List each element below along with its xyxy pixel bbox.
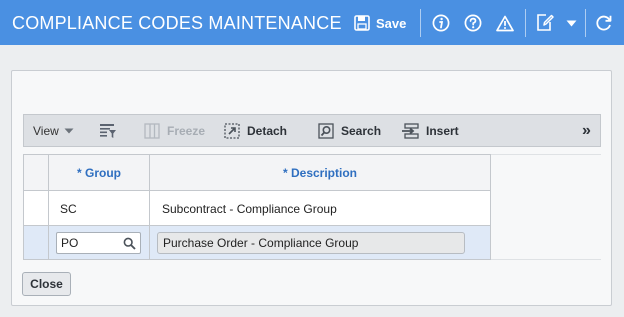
more-tools-button[interactable]: » — [582, 115, 591, 146]
detach-icon — [224, 122, 240, 139]
column-header-description[interactable]: * Description — [150, 155, 490, 191]
table-cell-group[interactable]: SC — [60, 192, 77, 225]
toolbar-separator — [525, 9, 526, 37]
insert-row-icon — [402, 122, 419, 139]
close-button[interactable]: Close — [22, 272, 71, 296]
column-divider — [48, 155, 49, 259]
edit-dropdown-button[interactable] — [564, 17, 578, 29]
save-icon — [354, 15, 370, 31]
help-icon — [464, 14, 482, 32]
chevron-down-icon — [566, 20, 576, 26]
toolbar-separator — [420, 9, 421, 37]
view-label: View — [33, 123, 59, 138]
toolbar-separator — [585, 9, 586, 37]
search-icon — [318, 122, 334, 139]
info-button[interactable] — [431, 13, 451, 33]
view-menu-button[interactable]: View — [33, 115, 81, 146]
insert-label: Insert — [426, 123, 459, 138]
description-input-value: Purchase Order - Compliance Group — [163, 236, 359, 250]
lookup-search-icon[interactable] — [123, 237, 136, 250]
compliance-codes-grid: * Group * Description SC Subcontract - C… — [23, 154, 491, 260]
refresh-icon — [596, 15, 612, 31]
help-button[interactable] — [463, 13, 483, 33]
save-button[interactable]: Save — [354, 12, 406, 34]
search-button[interactable]: Search — [318, 115, 381, 146]
chevron-down-icon — [64, 128, 74, 133]
grid-toolbar: View Freeze Detach Search Insert » — [23, 114, 601, 147]
filter-rows-icon — [100, 123, 116, 138]
description-field[interactable]: Purchase Order - Compliance Group — [157, 232, 465, 254]
filter-button[interactable] — [99, 115, 124, 146]
freeze-label: Freeze — [167, 123, 206, 138]
group-lookup-input[interactable]: PO — [56, 232, 141, 254]
row-selector-header — [24, 155, 48, 191]
freeze-columns-icon — [144, 122, 160, 139]
edit-button[interactable] — [535, 12, 555, 32]
search-label: Search — [341, 123, 382, 138]
table-row-selected[interactable]: PO Purchase Order - Compliance Group — [24, 226, 490, 259]
column-header-group[interactable]: * Group — [49, 155, 149, 191]
group-input-value: PO — [61, 236, 79, 250]
grid-empty-area — [491, 154, 601, 260]
save-label: Save — [376, 15, 407, 31]
info-icon — [432, 14, 450, 32]
title-bar: COMPLIANCE CODES MAINTENANCE Save — [0, 0, 624, 45]
double-chevron-right-icon: » — [582, 121, 591, 139]
warning-button[interactable] — [495, 13, 515, 33]
refresh-button[interactable] — [594, 13, 614, 33]
insert-button[interactable]: Insert — [401, 115, 459, 146]
table-cell-description[interactable]: Subcontract - Compliance Group — [162, 192, 337, 225]
page-title: COMPLIANCE CODES MAINTENANCE — [12, 13, 342, 33]
freeze-button[interactable]: Freeze — [144, 115, 205, 146]
detach-label: Detach — [247, 123, 288, 138]
edit-icon — [537, 13, 554, 31]
warning-icon — [496, 15, 514, 31]
column-divider — [149, 155, 150, 259]
detach-button[interactable]: Detach — [224, 115, 287, 146]
